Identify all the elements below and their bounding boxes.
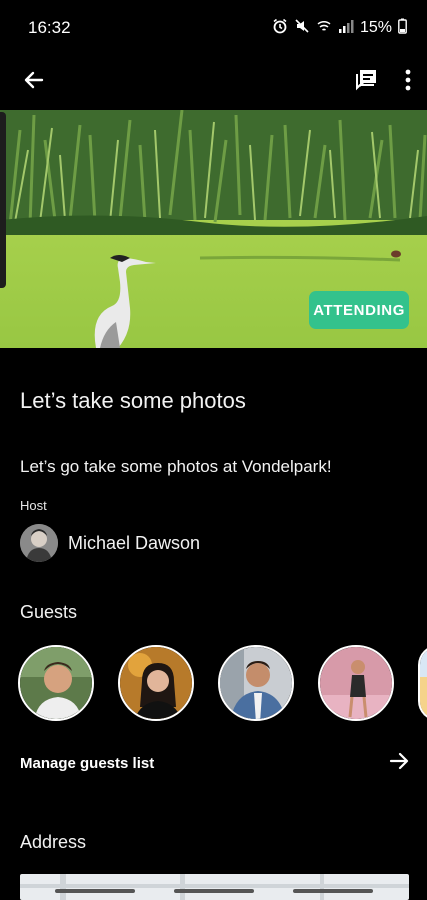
status-bar: 16:32 15% [0,0,427,56]
event-title: Let’s take some photos [20,388,246,413]
app-bar-actions [355,68,411,97]
attending-status-badge: ATTENDING [309,291,409,329]
battery-icon [398,18,407,38]
arrow-right-icon [388,750,410,777]
manage-guests-button[interactable]: Manage guests list [20,745,410,781]
guest-avatar[interactable] [218,645,294,721]
status-icons: 15% [272,18,407,38]
nav-bar-recents[interactable] [55,889,135,893]
address-label: Address [20,832,87,852]
arrow-left-icon [22,68,46,97]
more-vertical-icon [405,69,411,96]
chat-icon [355,68,381,97]
more-options-button[interactable] [405,69,411,96]
app-bar [0,56,427,108]
guests-avatar-list[interactable] [18,645,427,721]
mute-icon [294,18,310,38]
event-description: Let’s go take some photos at Vondelpark! [20,457,332,476]
host-label: Host [20,498,47,513]
host-avatar [20,524,58,562]
host-name: Michael Dawson [68,532,201,553]
guest-avatar[interactable] [118,645,194,721]
chat-button[interactable] [355,68,381,97]
guest-avatar[interactable] [18,645,94,721]
guest-avatar[interactable] [418,645,427,721]
event-cover-image: ATTENDING [0,110,427,348]
nav-bar-home[interactable] [174,889,254,893]
battery-percent: 15% [359,19,392,36]
alarm-icon [272,18,288,38]
nav-bar-back[interactable] [293,889,373,893]
back-button[interactable] [22,68,46,97]
address-map-preview[interactable] [20,874,409,900]
signal-icon [338,19,354,37]
guests-label: Guests [20,602,78,622]
wifi-calling-icon [316,18,332,38]
status-time: 16:32 [28,18,71,37]
guest-avatar[interactable] [318,645,394,721]
host-row[interactable]: Michael Dawson [20,524,200,562]
manage-guests-label: Manage guests list [20,754,155,772]
edge-panel-handle[interactable] [0,112,6,288]
